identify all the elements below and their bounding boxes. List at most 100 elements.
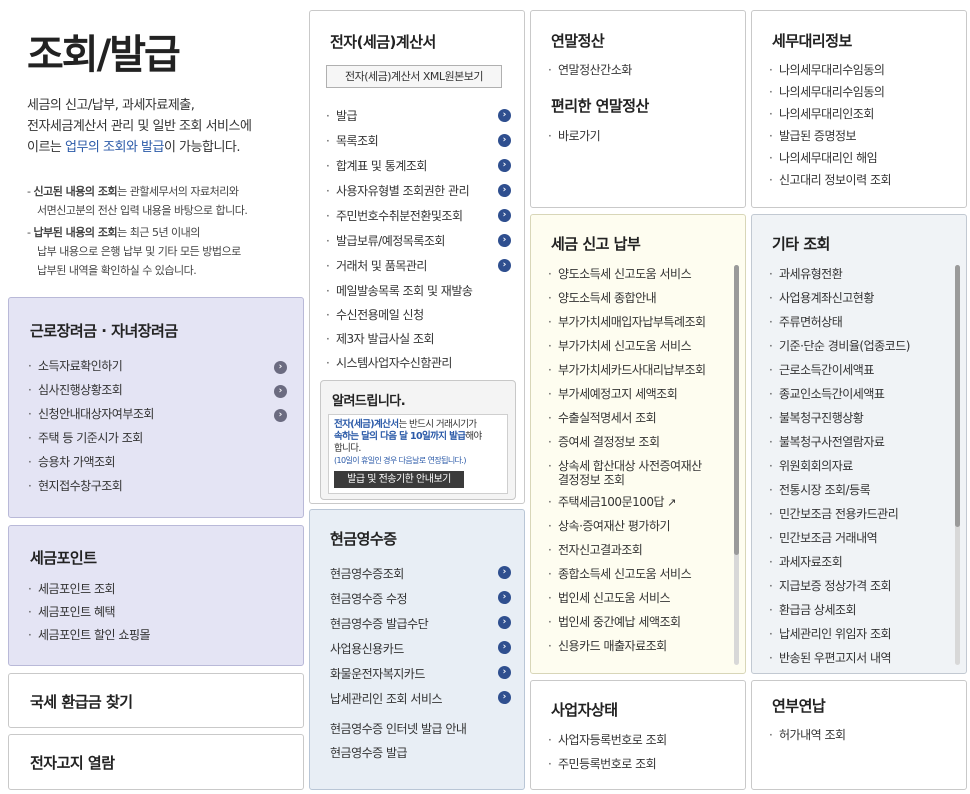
chevron-right-icon[interactable]: › [498, 691, 511, 704]
list-item[interactable]: · 양도소득세 종합안내 [548, 289, 706, 313]
list-item[interactable]: · 수신전용메일 신청 [326, 306, 472, 330]
list-item[interactable]: · 부가세예정고지 세액조회 [548, 385, 706, 409]
chevron-right-icon[interactable]: › [498, 666, 511, 679]
chevron-right-icon[interactable]: › [498, 641, 511, 654]
list-item[interactable]: · 연말정산간소화 [548, 61, 632, 83]
list-item[interactable]: · 민간보조금 거래내역 [769, 529, 910, 553]
list-item[interactable]: · 신용카드 매출자료조회 [548, 637, 706, 661]
list-item[interactable]: · 상속·증여재산 평가하기 [548, 517, 706, 541]
list-item[interactable]: 현금영수증조회 [330, 565, 466, 590]
list-item[interactable]: · 수출실적명세서 조회 [548, 409, 706, 433]
chevron-right-icon[interactable]: › [498, 259, 511, 272]
refund-panel[interactable]: 국세 환급금 찾기 [8, 673, 304, 728]
list-item[interactable]: 사업용신용카드 [330, 640, 466, 665]
chevron-right-icon[interactable]: › [498, 159, 511, 172]
e-notice-panel[interactable]: 전자고지 열람 [8, 734, 304, 790]
list-item[interactable]: · 발급 [326, 107, 472, 132]
list-item[interactable]: · 법인세 중간예납 세액조회 [548, 613, 706, 637]
list-item[interactable]: · 메일발송목록 조회 및 재발송 [326, 282, 473, 306]
list-item[interactable]: · 세금포인트 혜택 [28, 603, 150, 626]
chevron-right-icon[interactable]: › [498, 566, 511, 579]
list-item[interactable]: · 지급보증 정상가격 조회 [769, 577, 910, 601]
list-item[interactable]: · 세금포인트 할인 쇼핑몰 [28, 626, 151, 649]
list-item[interactable]: · 반송된 우편고지서 내역 [769, 649, 910, 673]
list-item[interactable]: · 사용자유형별 조회권한 관리 [326, 182, 472, 207]
list-item[interactable]: · 증여세 결정정보 조회 [548, 433, 706, 457]
list-item[interactable]: · 법인세 신고도움 서비스 [548, 589, 706, 613]
list-item[interactable]: · 현지접수창구조회 [28, 477, 154, 501]
chevron-right-icon[interactable]: › [274, 385, 287, 398]
list-item[interactable]: · 기준·단순 경비율(업종코드) [769, 337, 910, 361]
earned-credit-panel: 근로장려금 · 자녀장려금 · 소득자료확인하기 · 심사진행상황조회 · 신청안내대… [8, 297, 304, 518]
scrollbar-thumb[interactable] [955, 265, 960, 527]
scrollbar-thumb[interactable] [734, 265, 739, 555]
list-item[interactable]: 납세관리인 조회 서비스 [330, 690, 466, 720]
chevron-right-icon[interactable]: › [498, 209, 511, 222]
list-item[interactable]: · 시스템사업자수신함관리 [326, 354, 472, 378]
deadline-guide-button[interactable]: 발급 및 전송기한 안내보기 [334, 471, 464, 488]
chevron-right-icon[interactable]: › [274, 361, 287, 374]
list-item[interactable]: · 거래처 및 품목관리 [326, 257, 472, 282]
list-item[interactable]: · 세금포인트 조회 [28, 580, 150, 603]
list-item[interactable]: 결정정보 조회 [548, 471, 706, 493]
list-item[interactable]: 화물운전자복지카드 [330, 665, 466, 690]
list-item[interactable]: · 민간보조금 전용카드관리 [769, 505, 910, 529]
list-item[interactable]: · 승용차 가액조회 [28, 453, 154, 477]
list-item[interactable]: · 주류면허상태 [769, 313, 910, 337]
list-item[interactable]: · 근로소득간이세액표 [769, 361, 910, 385]
list-item[interactable]: · 신청안내대상자여부조회 [28, 405, 154, 429]
list-item[interactable]: · 주민등록번호로 조회 [548, 755, 667, 779]
list-item[interactable]: · 나의세무대리인 해임 [769, 149, 891, 171]
chevron-right-icon[interactable]: › [498, 134, 511, 147]
list-item[interactable]: · 허가내역 조회 [769, 726, 846, 750]
list-item[interactable]: · 합계표 및 통계조회 [326, 157, 472, 182]
list-item[interactable]: · 사업용계좌신고현황 [769, 289, 910, 313]
list-item[interactable]: 현금영수증 발급 [330, 744, 466, 768]
list-item[interactable]: · 부가가치세매입자납부특례조회 [548, 313, 706, 337]
list-item[interactable]: · 양도소득세 신고도움 서비스 [548, 265, 706, 289]
list-item[interactable]: · 주택 등 기준시가 조회 [28, 429, 154, 453]
list-item[interactable]: 현금영수증 발급수단 [330, 615, 466, 640]
list-item[interactable]: · 신고대리 정보이력 조회 [769, 171, 892, 193]
list-item[interactable]: · 불복청구사전열람자료 [769, 433, 910, 457]
list-item[interactable]: · 제3자 발급사실 조회 [326, 330, 472, 354]
list-item[interactable]: 현금영수증 인터넷 발급 안내 [330, 720, 467, 744]
tax-filing-scrollbar[interactable] [734, 265, 739, 665]
list-item[interactable]: · 나의세무대리인조회 [769, 105, 891, 127]
list-item[interactable]: · 부가가치세 신고도움 서비스 [548, 337, 706, 361]
installment-panel: 연부연납 · 허가내역 조회 [751, 680, 967, 790]
list-item[interactable]: · 과세자료조회 [769, 553, 910, 577]
chevron-right-icon[interactable]: › [498, 184, 511, 197]
other-inquiry-scrollbar[interactable] [955, 265, 960, 665]
list-item[interactable]: · 상속세 합산대상 사전증여재산 [548, 457, 706, 473]
list-item[interactable]: · 납세관리인 위임자 조회 [769, 625, 910, 649]
list-item[interactable]: · 환급금 상세조회 [769, 601, 910, 625]
chevron-right-icon[interactable]: › [274, 409, 287, 422]
list-item[interactable]: · 전자신고결과조회 [548, 541, 706, 565]
list-item[interactable]: 현금영수증 수정 [330, 590, 466, 615]
list-item[interactable]: · 종합소득세 신고도움 서비스 [548, 565, 706, 589]
chevron-right-icon[interactable]: › [498, 616, 511, 629]
list-item[interactable]: · 전통시장 조회/등록 [769, 481, 910, 505]
chevron-right-icon[interactable]: › [498, 591, 511, 604]
list-item[interactable]: · 소득자료확인하기 [28, 357, 154, 381]
list-item[interactable]: · 발급보류/예정목록조회 [326, 232, 472, 257]
list-item[interactable]: · 불복청구진행상황 [769, 409, 910, 433]
list-item[interactable]: · 바로가기 [548, 127, 601, 149]
list-item[interactable]: · 사업자등록번호로 조회 [548, 731, 667, 755]
intro-link[interactable]: 업무의 조회와 발급 [65, 140, 164, 155]
list-item[interactable]: · 목록조회 [326, 132, 472, 157]
list-item[interactable]: · 종교인소득간이세액표 [769, 385, 910, 409]
list-item[interactable]: · 위원회회의자료 [769, 457, 910, 481]
xml-view-button[interactable]: 전자(세금)계산서 XML원본보기 [326, 65, 502, 88]
list-item[interactable]: · 나의세무대리수임동의 [769, 61, 891, 83]
list-item[interactable]: · 주민번호수취분전환및조회 [326, 207, 472, 232]
chevron-right-icon[interactable]: › [498, 109, 511, 122]
list-item[interactable]: · 주택세금100문100답 ↗ [548, 493, 706, 517]
list-item[interactable]: · 부가가치세카드사대리납부조회 [548, 361, 706, 385]
list-item[interactable]: · 발급된 증명정보 [769, 127, 891, 149]
list-item[interactable]: · 심사진행상황조회 [28, 381, 154, 405]
chevron-right-icon[interactable]: › [498, 234, 511, 247]
list-item[interactable]: · 과세유형전환 [769, 265, 910, 289]
list-item[interactable]: · 나의세무대리수임동의 [769, 83, 891, 105]
